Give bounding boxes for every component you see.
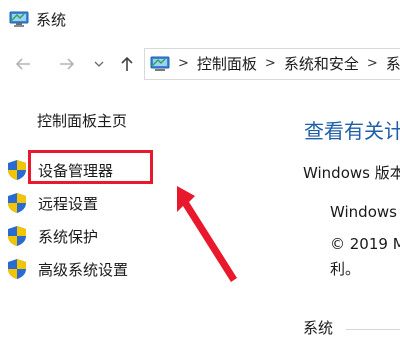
breadcrumb-separator[interactable]: >	[265, 49, 276, 79]
arrow-up-icon	[121, 56, 133, 71]
up-button[interactable]	[115, 52, 139, 76]
breadcrumb-system-security[interactable]: 系统和安全	[284, 49, 359, 79]
navigation-bar: > 控制面板 > 系统和安全 > 系统	[0, 44, 400, 84]
breadcrumb-control-panel[interactable]: 控制面板	[197, 49, 257, 79]
remote-settings-label[interactable]: 远程设置	[38, 193, 98, 214]
arrow-left-icon	[15, 58, 30, 70]
window-title: 系统	[36, 11, 67, 29]
right-content-pane: 查看有关计算机的基本信息 Windows 版本 Windows 10 © 201…	[290, 100, 400, 341]
system-protection-label[interactable]: 系统保护	[38, 226, 98, 247]
section-divider	[346, 329, 400, 330]
remote-settings-link[interactable]: 远程设置	[7, 190, 98, 216]
address-bar[interactable]: > 控制面板 > 系统和安全 > 系统	[144, 48, 400, 80]
page-heading: 查看有关计算机的基本信息	[304, 119, 400, 143]
uac-shield-icon	[8, 160, 26, 180]
copyright-text: © 2019 Microsoft Corporation	[330, 235, 400, 253]
windows-edition-label: Windows 版本	[303, 164, 400, 182]
breadcrumb-separator[interactable]: >	[178, 49, 189, 79]
copyright-text-continued: 利。	[330, 260, 361, 278]
arrow-right-icon	[60, 58, 75, 70]
uac-shield-icon	[8, 259, 26, 279]
system-protection-link[interactable]: 系统保护	[7, 223, 98, 249]
highlight-box	[28, 150, 153, 184]
breadcrumb-separator[interactable]: >	[367, 49, 378, 79]
windows-edition-name: Windows 10	[330, 203, 400, 221]
uac-shield-icon	[8, 226, 26, 246]
advanced-system-settings-label[interactable]: 高级系统设置	[38, 259, 128, 280]
left-task-pane: 控制面板主页 设备管理器 远程设置 系统保护 高级系统设置	[0, 100, 290, 341]
system-section-label: 系统	[303, 319, 334, 337]
control-panel-home-link[interactable]: 控制面板主页	[37, 110, 127, 132]
back-button[interactable]	[11, 52, 35, 76]
advanced-system-settings-link[interactable]: 高级系统设置	[7, 256, 128, 282]
uac-shield-icon	[8, 193, 26, 213]
chevron-down-icon	[94, 61, 104, 67]
forward-button[interactable]	[55, 52, 79, 76]
recent-locations-button[interactable]	[92, 52, 106, 76]
annotation-arrow-icon	[177, 186, 237, 282]
control-panel-icon	[150, 56, 170, 71]
system-monitor-icon	[9, 11, 29, 27]
breadcrumb-system[interactable]: 系统	[386, 49, 400, 79]
title-bar: 系统	[0, 0, 400, 40]
system-window: 系统 > 控制面板 > 系统和安全 > 系 控制面板主页 设备管理器 远程设置 …	[0, 0, 400, 341]
